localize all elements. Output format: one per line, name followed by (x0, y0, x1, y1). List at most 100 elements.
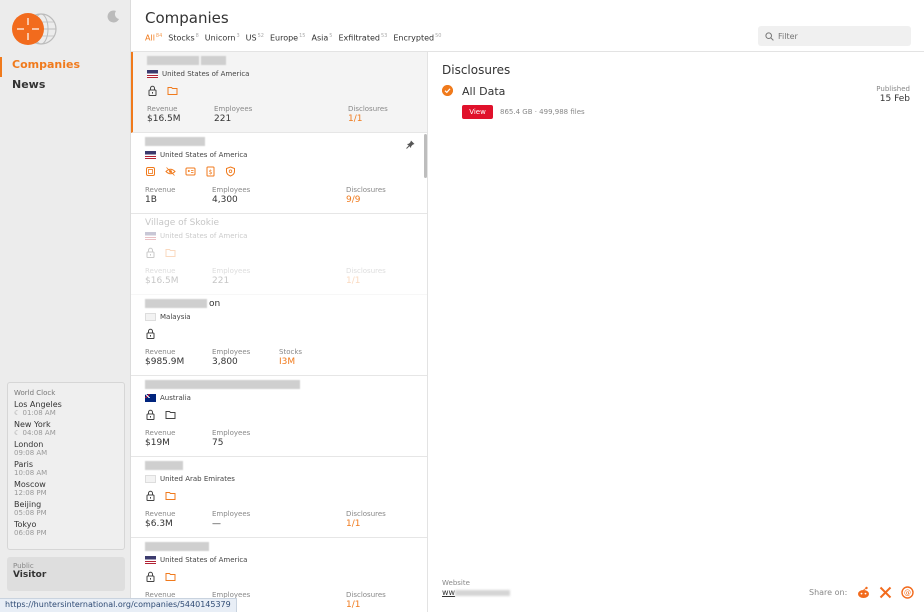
status-bar-url: https://huntersinternational.org/compani… (0, 598, 237, 612)
redacted-name (145, 299, 207, 308)
stat-value: 1/1 (346, 600, 361, 610)
svg-text:@: @ (904, 589, 911, 597)
stat-label: Employees (214, 105, 253, 113)
stat-label: Disclosures (346, 267, 386, 275)
stat-disclosures: Disclosures 1/1 (348, 105, 415, 125)
company-name-text: on (209, 299, 221, 309)
company-name (145, 461, 185, 471)
stat-label: Revenue (145, 267, 176, 275)
view-button[interactable]: View (462, 105, 493, 119)
clock-row: Tokyo 06:08 PM (14, 520, 118, 538)
stat-label: Employees (212, 267, 251, 275)
clock-time: 09:08 AM (14, 449, 118, 458)
stat-disclosures: Disclosures 1/1 (346, 267, 413, 287)
clock-time: 12:08 PM (14, 489, 118, 498)
stat-value: — (212, 519, 221, 529)
moon-icon: ☾ (14, 409, 23, 417)
company-name: on (145, 299, 220, 309)
company-card[interactable]: United States of America $ Revenue 1B Employ… (131, 133, 427, 214)
user-name: Visitor (13, 570, 47, 580)
tab-exfiltrated[interactable]: Exfiltrated53 (338, 33, 387, 43)
stat-label: Revenue (145, 186, 176, 194)
clock-row: Moscow 12:08 PM (14, 480, 118, 498)
company-country: Australia (145, 394, 191, 402)
clock-time: 06:08 PM (14, 529, 118, 538)
company-card[interactable]: on Malaysia Revenue $985.9M Employees 3,800 St… (131, 295, 427, 376)
reddit-icon[interactable] (857, 586, 870, 599)
company-country: United States of America (145, 556, 247, 564)
filter-tabs: All84 Stocks8 Unicorn3 US52 Europe15 Asia5 Exf… (145, 33, 441, 43)
tab-label: All (145, 33, 155, 43)
stat-value: 75 (212, 438, 224, 448)
stat-disclosures: Disclosures 1/1 (346, 510, 413, 530)
tab-europe[interactable]: Europe15 (270, 33, 306, 43)
stat-revenue: Revenue $985.9M (145, 348, 212, 368)
company-card[interactable]: Village of Skokie United States of Americ… (131, 214, 427, 295)
company-icons (145, 409, 176, 420)
tab-unicorn[interactable]: Unicorn3 (205, 33, 240, 43)
company-card[interactable]: United States of America Revenue $16.5M Emp… (131, 52, 427, 133)
stat-label: Stocks (279, 348, 303, 356)
company-card[interactable]: United Arab Emirates Revenue $6.3M Employee… (131, 457, 427, 538)
stat-value: $19M (145, 438, 170, 448)
redacted-name (145, 137, 205, 146)
company-name (145, 137, 207, 147)
clock-time-value: 05:08 PM (14, 509, 47, 517)
tab-encrypted[interactable]: Encrypted50 (393, 33, 441, 43)
clock-city: Beijing (14, 500, 42, 509)
threads-icon[interactable]: @ (901, 586, 914, 599)
clock-row: New York ☾ 04:08 AM (14, 420, 118, 438)
company-stats: Revenue $985.9M Employees 3,800 Stocks I3M (145, 348, 346, 368)
stat-employees: Employees 3,800 (212, 348, 279, 368)
sidebar: Companies News World Clock Los Angeles ☾ … (0, 0, 131, 612)
company-list[interactable]: United States of America Revenue $16.5M Emp… (131, 52, 428, 612)
stat-value: 221 (212, 276, 230, 286)
filter-input[interactable] (778, 31, 898, 41)
stat-label: Employees (212, 510, 251, 518)
company-country: United States of America (145, 151, 247, 159)
tab-count: 3 (236, 33, 240, 39)
database-icon (146, 167, 155, 176)
country-label: United States of America (160, 232, 248, 240)
flag-icon (145, 394, 156, 402)
company-card[interactable]: Australia Revenue $19M Employees 75 (131, 376, 427, 457)
redacted-name (147, 56, 199, 65)
stat-label: Employees (212, 429, 251, 437)
size-info: 865.4 GB · 499,988 files (500, 108, 585, 116)
tab-all[interactable]: All84 (145, 33, 162, 43)
logo-icon[interactable] (11, 12, 61, 46)
stat-revenue: Revenue $19M (145, 429, 212, 449)
company-stats: Revenue $16.5M Employees 221 Disclosures 1/1 (145, 267, 413, 287)
website-label: Website (442, 579, 470, 587)
website-link[interactable]: ww (442, 588, 511, 597)
check-icon (442, 85, 453, 96)
clock-city: New York (14, 420, 51, 429)
list-scrollbar[interactable] (424, 134, 427, 178)
share-label: Share on: (809, 588, 848, 597)
lock-icon (146, 490, 155, 501)
tab-us[interactable]: US52 (246, 33, 264, 43)
tab-asia[interactable]: Asia5 (311, 33, 332, 43)
lock-icon (146, 571, 155, 582)
clock-time-value: 06:08 PM (14, 529, 47, 537)
stat-revenue: Revenue $16.5M (145, 267, 212, 287)
stat-employees: Employees 75 (212, 429, 279, 449)
company-icons: $ (145, 166, 236, 177)
tab-stocks[interactable]: Stocks8 (168, 33, 199, 43)
stat-label: Revenue (145, 429, 176, 437)
lock-icon (146, 409, 155, 420)
user-box[interactable]: Public Visitor (7, 557, 125, 591)
stat-value: 9/9 (346, 195, 361, 205)
pin-icon[interactable] (406, 140, 415, 149)
clock-row: Paris 10:08 AM (14, 460, 118, 478)
filter-box[interactable] (758, 26, 911, 46)
clock-city: Paris (14, 460, 34, 469)
flag-icon (145, 151, 156, 159)
theme-toggle-icon[interactable] (107, 9, 121, 23)
nav-item-news[interactable]: News (0, 77, 131, 97)
redacted-name (145, 542, 209, 551)
x-icon[interactable] (879, 586, 892, 599)
nav-item-companies[interactable]: Companies (0, 57, 131, 77)
tab-label: Europe (269, 33, 299, 43)
tab-count: 52 (257, 33, 264, 39)
